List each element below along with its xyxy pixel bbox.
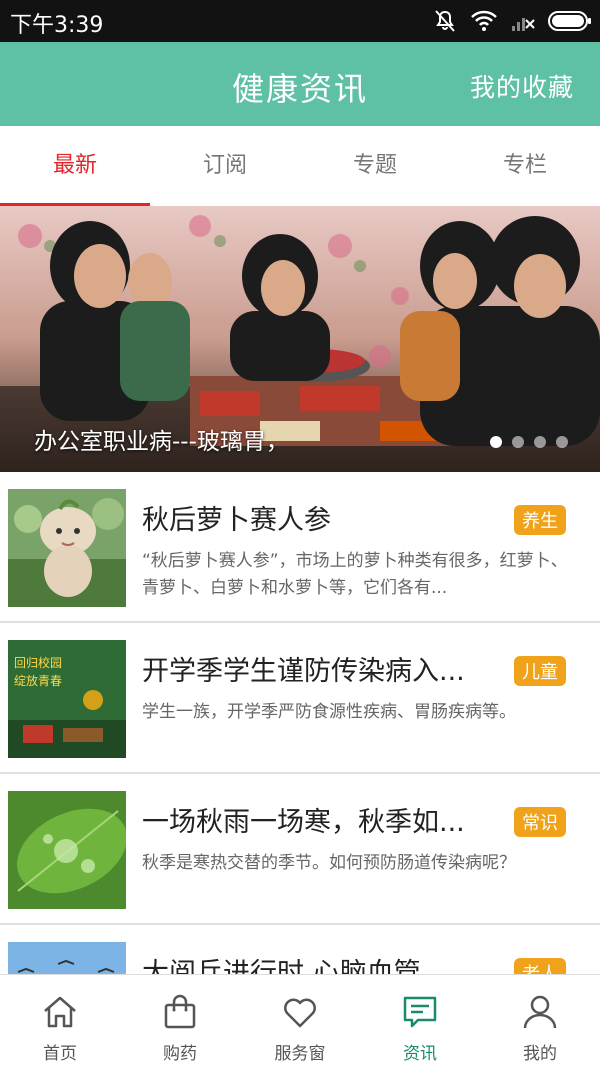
news-list: 秋后萝卜赛人参 养生 “秋后萝卜赛人参”，市场上的萝卜种类有很多，红萝卜、青萝卜… (0, 472, 600, 974)
app-header: 健康资讯 我的收藏 (0, 42, 600, 126)
nav-label: 服务窗 (274, 1044, 326, 1064)
banner-carousel[interactable]: 办公室职业病---玻璃胃， (0, 206, 600, 472)
news-item[interactable]: 回归校园 绽放青春 开学季学生谨防传染病入... 儿童 学生一族，开学季严防食源… (0, 623, 600, 774)
news-title: 大阅兵进行时 心脑血管... (142, 958, 447, 974)
mute-icon (435, 10, 455, 32)
nav-service-window[interactable]: 服务窗 (240, 975, 360, 1067)
thumbnail-text: 绽放青春 (14, 674, 63, 688)
signal-icon (512, 18, 535, 31)
bottom-navigation: 首页 购药 服务窗 资讯 我的 (0, 974, 600, 1067)
news-title: 秋后萝卜赛人参 (142, 505, 331, 536)
shopping-bag-icon (164, 994, 196, 1029)
news-thumbnail: 回归校园 绽放青春 (8, 640, 126, 758)
carousel-dot[interactable] (490, 436, 502, 448)
tab-columns[interactable]: 专栏 (450, 126, 600, 206)
category-tag: 儿童 (514, 656, 566, 686)
carousel-dot[interactable] (556, 436, 568, 448)
status-icons (432, 8, 592, 34)
status-bar: 下午3:39 (0, 0, 600, 42)
nav-news[interactable]: 资讯 (360, 975, 480, 1067)
news-title: 开学季学生谨防传染病入... (142, 656, 465, 687)
wifi-icon (471, 10, 497, 31)
tab-latest[interactable]: 最新 (0, 126, 150, 206)
news-thumbnail (8, 942, 126, 974)
news-item[interactable]: 秋后萝卜赛人参 养生 “秋后萝卜赛人参”，市场上的萝卜种类有很多，红萝卜、青萝卜… (0, 472, 600, 623)
nav-label: 资讯 (403, 1044, 437, 1064)
nav-buy-medicine[interactable]: 购药 (120, 975, 240, 1067)
home-icon (44, 996, 76, 1028)
carousel-dot[interactable] (534, 436, 546, 448)
news-thumbnail (8, 489, 126, 607)
news-icon (403, 996, 437, 1028)
category-tabs: 最新 订阅 专题 专栏 (0, 126, 600, 206)
category-tag: 常识 (514, 807, 566, 837)
heart-icon (284, 998, 316, 1028)
nav-label: 购药 (163, 1044, 197, 1064)
news-summary: 学生一族，开学季严防食源性疾病、胃肠疾病等。 (142, 702, 516, 722)
news-title: 一场秋雨一场寒，秋季如... (142, 807, 465, 838)
news-item[interactable]: 大阅兵进行时 心脑血管... 老人 (0, 925, 600, 974)
nav-home[interactable]: 首页 (0, 975, 120, 1067)
tab-subscribe[interactable]: 订阅 (150, 126, 300, 206)
banner-caption: 办公室职业病---玻璃胃， (34, 429, 289, 455)
news-summary: “秋后萝卜赛人参”，市场上的萝卜种类有很多，红萝卜、青萝卜、白萝卜和水萝卜等，它… (142, 551, 568, 598)
category-tag: 老人 (514, 958, 566, 974)
nav-mine[interactable]: 我的 (480, 975, 600, 1067)
status-time: 下午3:39 (10, 13, 104, 38)
carousel-dot[interactable] (512, 436, 524, 448)
news-thumbnail (8, 791, 126, 909)
category-tag: 养生 (514, 505, 566, 535)
battery-icon (548, 11, 591, 31)
nav-label: 首页 (43, 1044, 77, 1064)
person-icon (523, 995, 557, 1029)
news-summary: 秋季是寒热交替的季节。如何预防肠道传染病呢？ (142, 853, 516, 873)
news-item[interactable]: 一场秋雨一场寒，秋季如... 常识 秋季是寒热交替的季节。如何预防肠道传染病呢？ (0, 774, 600, 925)
my-favorites-button[interactable]: 我的收藏 (470, 68, 574, 104)
tab-topics[interactable]: 专题 (300, 126, 450, 206)
nav-label: 我的 (523, 1044, 557, 1064)
carousel-indicator (490, 436, 568, 448)
thumbnail-text: 回归校园 (14, 656, 63, 670)
